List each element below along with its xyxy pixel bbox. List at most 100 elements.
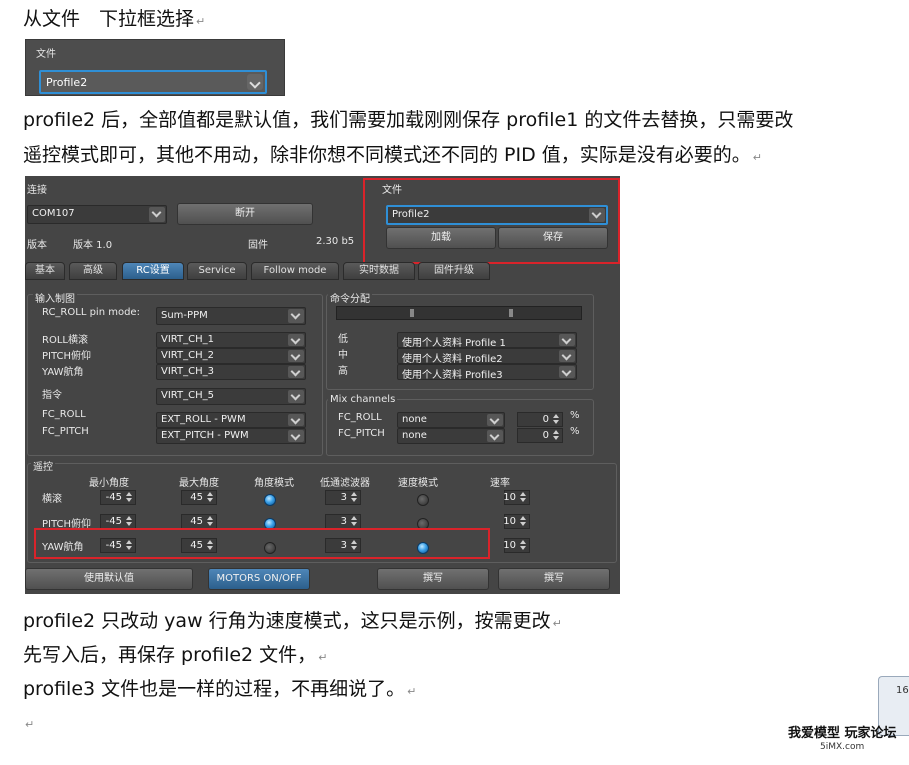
rc-roll-mode-label: RC_ROLL pin mode: bbox=[42, 307, 140, 318]
paragraph-mark: ↵ bbox=[552, 617, 562, 630]
port-select[interactable]: COM107 bbox=[27, 205, 167, 224]
roll-channel-select[interactable]: VIRT_CH_1 bbox=[156, 332, 306, 348]
doc-heading: 从文件 下拉框选择 ↵ bbox=[23, 8, 206, 30]
stepper-arrows-icon[interactable] bbox=[206, 516, 215, 527]
chevron-down-icon[interactable] bbox=[247, 74, 263, 90]
stepper-arrows-icon[interactable] bbox=[552, 414, 561, 425]
doc-paragraph-1-line-1: profile2 后，全部值都是默认值，我们需要加载刚刚保存 profile1 … bbox=[23, 109, 794, 131]
mix-roll-select[interactable]: none bbox=[397, 412, 505, 428]
chevron-down-icon[interactable] bbox=[288, 350, 304, 362]
chevron-down-icon[interactable] bbox=[559, 350, 575, 362]
input-map-title: 输入制图 bbox=[33, 290, 77, 305]
pitch-label: PITCH俯仰 bbox=[42, 351, 92, 362]
yaw-channel-select[interactable]: VIRT_CH_3 bbox=[156, 364, 306, 380]
profile-dropdown[interactable]: Profile2 bbox=[39, 70, 267, 94]
chevron-down-icon[interactable] bbox=[288, 334, 304, 346]
mix-roll-percent-stepper[interactable]: 0 bbox=[517, 412, 563, 427]
tab-rc-settings[interactable]: RC设置 bbox=[122, 262, 184, 280]
command-slider[interactable] bbox=[336, 306, 582, 320]
rc-roll-mode-select[interactable]: Sum-PPM bbox=[156, 307, 306, 325]
chevron-down-icon[interactable] bbox=[559, 334, 575, 346]
slider-handle[interactable] bbox=[410, 309, 414, 317]
highlight-box-file bbox=[363, 178, 620, 264]
write-button[interactable]: 撰写 bbox=[377, 568, 489, 590]
pitch-channel-select[interactable]: VIRT_CH_2 bbox=[156, 348, 306, 364]
tab-basic[interactable]: 基本 bbox=[25, 262, 65, 280]
chevron-down-icon[interactable] bbox=[288, 414, 304, 426]
high-label: 高 bbox=[338, 366, 348, 377]
chevron-down-icon[interactable] bbox=[149, 207, 165, 222]
stepper-arrows-icon[interactable] bbox=[125, 492, 134, 503]
disconnect-button[interactable]: 断开 bbox=[177, 203, 313, 225]
fc-pitch-label: FC_PITCH bbox=[42, 426, 89, 437]
low-pass-filter-stepper[interactable]: 3 bbox=[325, 514, 361, 529]
version-value: 版本 1.0 bbox=[73, 240, 113, 251]
high-profile-select[interactable]: 使用个人资料 Profile3 bbox=[397, 364, 577, 381]
chevron-down-icon[interactable] bbox=[288, 430, 304, 442]
col-max-angle: 最大角度 bbox=[179, 478, 219, 489]
chevron-down-icon[interactable] bbox=[559, 366, 575, 378]
rate-stepper[interactable]: 10 bbox=[503, 538, 530, 553]
tab-firmware-upgrade[interactable]: 固件升级 bbox=[418, 262, 490, 280]
mix-pitch-percent-stepper[interactable]: 0 bbox=[517, 428, 563, 443]
paragraph-mark: ↵ bbox=[752, 151, 762, 164]
rate-stepper[interactable]: 10 bbox=[503, 490, 530, 505]
tab-realtime-data[interactable]: 实时数据 bbox=[343, 262, 415, 280]
slider-handle[interactable] bbox=[509, 309, 513, 317]
tab-follow-mode[interactable]: Follow mode bbox=[251, 262, 339, 280]
angle-mode-radio[interactable] bbox=[264, 494, 276, 506]
paragraph-mark: ↵ bbox=[407, 685, 417, 698]
low-label: 低 bbox=[338, 334, 348, 345]
write-button-2[interactable]: 撰写 bbox=[498, 568, 610, 590]
mix-fc-pitch-label: FC_PITCH bbox=[338, 428, 385, 439]
min-angle-stepper[interactable]: -45 bbox=[100, 490, 136, 505]
max-angle-stepper[interactable]: 45 bbox=[181, 514, 217, 529]
chevron-down-icon[interactable] bbox=[487, 430, 503, 442]
use-defaults-button[interactable]: 使用默认值 bbox=[25, 568, 193, 590]
version-label: 版本 bbox=[27, 240, 47, 251]
stepper-arrows-icon[interactable] bbox=[519, 540, 528, 551]
percent-unit: % bbox=[570, 426, 580, 437]
stepper-arrows-icon[interactable] bbox=[350, 492, 359, 503]
firmware-label: 固件 bbox=[248, 240, 268, 251]
stepper-arrows-icon[interactable] bbox=[519, 492, 528, 503]
fc-roll-label: FC_ROLL bbox=[42, 409, 86, 420]
rc-title: 遥控 bbox=[31, 458, 55, 473]
stepper-arrows-icon[interactable] bbox=[350, 516, 359, 527]
low-pass-filter-stepper[interactable]: 3 bbox=[325, 490, 361, 505]
chevron-down-icon[interactable] bbox=[288, 309, 304, 323]
stepper-arrows-icon[interactable] bbox=[125, 516, 134, 527]
stepper-arrows-icon[interactable] bbox=[206, 492, 215, 503]
chevron-down-icon[interactable] bbox=[288, 390, 304, 403]
paragraph-mark: ↵ bbox=[25, 718, 35, 731]
rate-stepper[interactable]: 10 bbox=[503, 514, 530, 529]
motors-toggle-button[interactable]: MOTORS ON/OFF bbox=[208, 568, 310, 590]
command-assign-title: 命令分配 bbox=[328, 290, 372, 305]
max-angle-stepper[interactable]: 45 bbox=[181, 490, 217, 505]
low-profile-select[interactable]: 使用个人资料 Profile 1 bbox=[397, 332, 577, 349]
command-channel-select[interactable]: VIRT_CH_5 bbox=[156, 388, 306, 405]
doc-empty-paragraph: ↵ bbox=[23, 710, 34, 737]
firmware-value: 2.30 b5 bbox=[316, 236, 355, 247]
paragraph-mark: ↵ bbox=[318, 651, 328, 664]
mix-fc-roll-label: FC_ROLL bbox=[338, 412, 382, 423]
speed-mode-radio[interactable] bbox=[417, 494, 429, 506]
connection-label: 连接 bbox=[27, 185, 47, 196]
stepper-arrows-icon[interactable] bbox=[552, 430, 561, 441]
paragraph-mark: ↵ bbox=[196, 15, 206, 28]
min-angle-stepper[interactable]: -45 bbox=[100, 514, 136, 529]
yaw-label: YAW航角 bbox=[42, 367, 84, 378]
stepper-arrows-icon[interactable] bbox=[519, 516, 528, 527]
chevron-down-icon[interactable] bbox=[288, 366, 304, 378]
fc-pitch-select[interactable]: EXT_PITCH - PWM bbox=[156, 428, 306, 444]
tab-advanced[interactable]: 高级 bbox=[69, 262, 117, 280]
mid-profile-select[interactable]: 使用个人资料 Profile2 bbox=[397, 348, 577, 365]
fc-roll-select[interactable]: EXT_ROLL - PWM bbox=[156, 412, 306, 428]
tab-service[interactable]: Service bbox=[187, 262, 247, 280]
col-angle-mode: 角度模式 bbox=[254, 478, 294, 489]
rc-row-label: 横滚 bbox=[42, 494, 62, 505]
chevron-down-icon[interactable] bbox=[487, 414, 503, 426]
file-label: 文件 bbox=[36, 49, 56, 60]
watermark-url: 5iMX.com bbox=[820, 742, 865, 752]
mix-pitch-select[interactable]: none bbox=[397, 428, 505, 444]
